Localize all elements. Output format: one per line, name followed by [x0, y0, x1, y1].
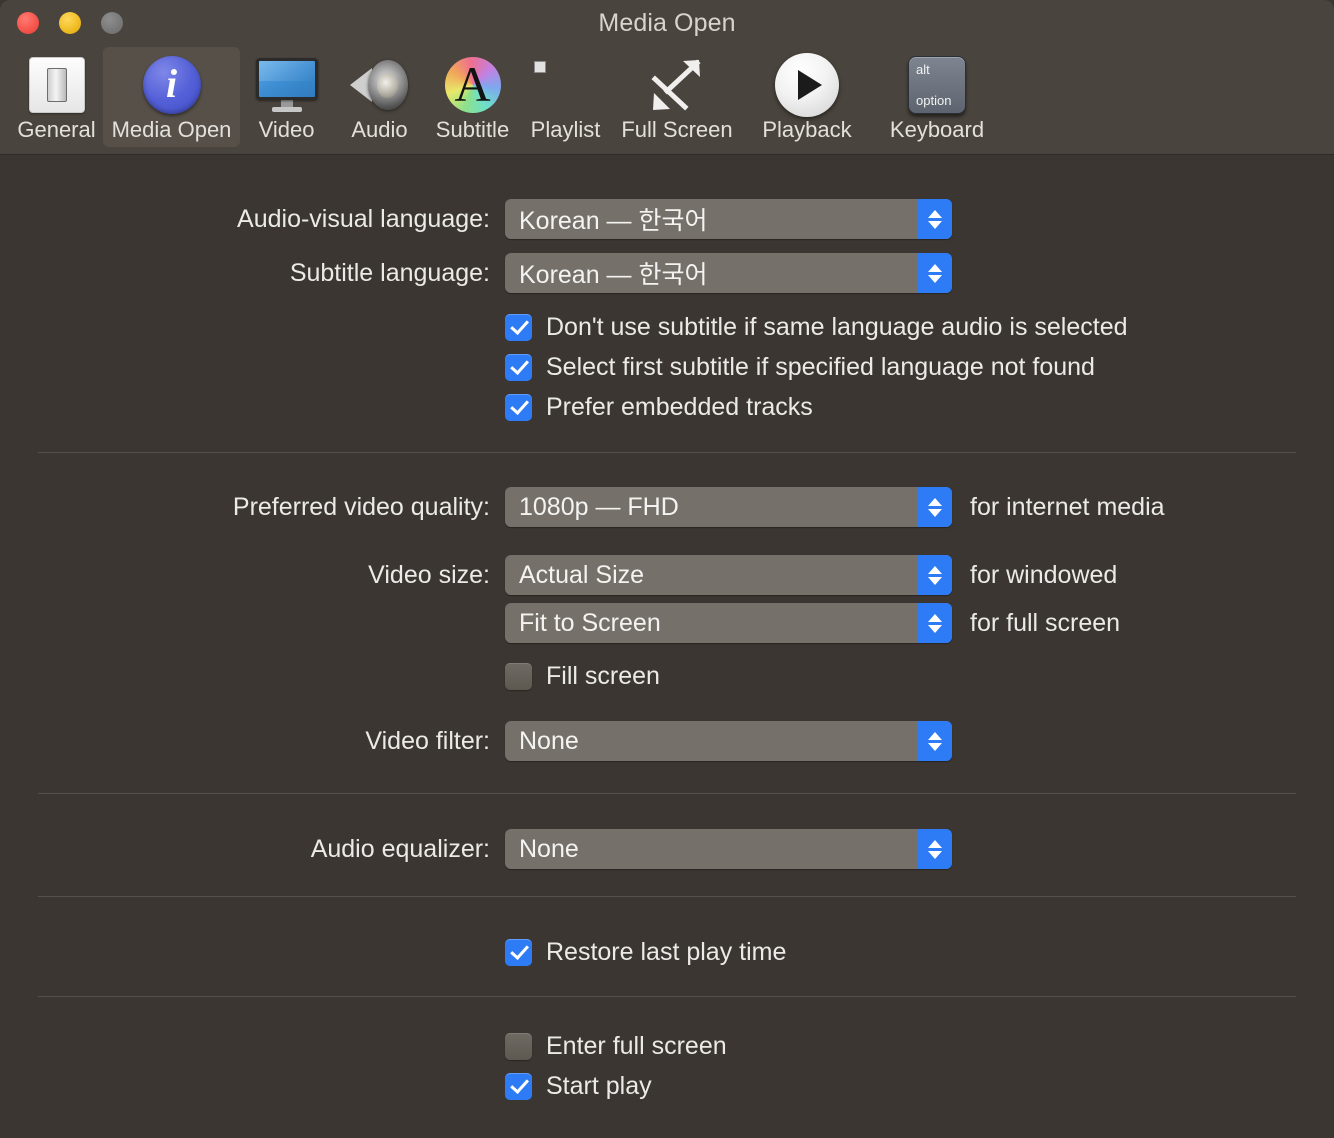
stepper-icon[interactable] [918, 555, 952, 595]
subtitle-language-select[interactable]: Korean — 한국어 [505, 253, 952, 293]
window-title: Media Open [598, 9, 736, 37]
tab-media-open[interactable]: i Media Open [103, 47, 240, 147]
video-filter-value: None [519, 726, 579, 755]
video-size-windowed-row: Video size: Actual Size for windowed [0, 555, 1334, 595]
checkbox-dont-use-subtitle-same-language[interactable]: Don't use subtitle if same language audi… [505, 313, 1128, 342]
checkbox-enter-full-screen[interactable]: Enter full screen [505, 1032, 727, 1061]
title-bar: Media Open [0, 0, 1334, 47]
video-size-windowed-value: Actual Size [519, 560, 645, 589]
checkbox-restore-last-play-time[interactable]: Restore last play time [505, 938, 786, 967]
stepper-icon[interactable] [918, 829, 952, 869]
tab-video[interactable]: Video [240, 47, 333, 147]
tab-keyboard[interactable]: alt option Keyboard [872, 47, 1002, 147]
subtitle-language-label: Subtitle language: [289, 258, 490, 287]
video-size-fullscreen-row: Fit to Screen for full screen [0, 603, 1334, 643]
preferences-window: Media Open General i Media Open Video Au… [0, 0, 1334, 1138]
divider [38, 793, 1296, 794]
tab-video-label: Video [258, 117, 315, 142]
tab-full-screen-label: Full Screen [621, 117, 733, 142]
checkbox-label: Restore last play time [546, 938, 787, 966]
tab-subtitle[interactable]: A Subtitle [426, 47, 519, 147]
checkbox-indicator[interactable] [505, 1033, 532, 1060]
option-key-alt-label: alt [916, 62, 930, 77]
checkbox-indicator[interactable] [505, 314, 532, 341]
tab-audio-label: Audio [351, 117, 408, 142]
video-filter-row: Video filter: None [0, 721, 1334, 761]
tab-audio[interactable]: Audio [333, 47, 426, 147]
tab-full-screen[interactable]: Full Screen [612, 47, 742, 147]
divider [38, 996, 1296, 997]
checkbox-label: Enter full screen [546, 1032, 727, 1060]
tab-general-label: General [17, 117, 96, 142]
audio-equalizer-label: Audio equalizer: [310, 834, 490, 863]
monitor-icon [240, 53, 333, 117]
option-key-icon: alt option [872, 53, 1002, 117]
stepper-icon[interactable] [918, 721, 952, 761]
switch-icon [10, 53, 103, 117]
subtitle-language-value: Korean — 한국어 [519, 261, 708, 289]
tab-playback[interactable]: Playback [742, 47, 872, 147]
expand-arrows-icon [612, 53, 742, 117]
play-circle-icon [742, 53, 872, 117]
video-size-fullscreen-value: Fit to Screen [519, 608, 661, 637]
checkbox-indicator[interactable] [505, 1073, 532, 1100]
video-filter-select[interactable]: None [505, 721, 952, 761]
preferred-video-quality-value: 1080p — FHD [519, 492, 679, 521]
preferred-video-quality-select[interactable]: 1080p — FHD [505, 487, 952, 527]
tab-general[interactable]: General [10, 47, 103, 147]
checkbox-label: Fill screen [546, 662, 660, 690]
checkbox-label: Don't use subtitle if same language audi… [546, 313, 1128, 341]
option-key-option-label: option [916, 93, 952, 108]
audio-visual-language-row: Audio-visual language: Korean — 한국어 [0, 199, 1334, 239]
subtitle-language-row: Subtitle language: Korean — 한국어 [0, 253, 1334, 293]
video-size-windowed-select[interactable]: Actual Size [505, 555, 952, 595]
checkbox-fill-screen[interactable]: Fill screen [505, 662, 660, 691]
checkbox-label: Prefer embedded tracks [546, 393, 813, 421]
preferred-video-quality-row: Preferred video quality: 1080p — FHD for… [0, 487, 1334, 527]
video-size-label: Video size: [368, 560, 490, 589]
audio-visual-language-label: Audio-visual language: [237, 204, 490, 233]
list-icon [519, 53, 612, 117]
checkbox-start-play[interactable]: Start play [505, 1072, 652, 1101]
checkbox-indicator[interactable] [505, 939, 532, 966]
font-color-icon: A [426, 53, 519, 117]
tab-keyboard-label: Keyboard [889, 117, 985, 142]
divider [38, 452, 1296, 453]
info-icon: i [103, 53, 240, 117]
checkbox-indicator[interactable] [505, 354, 532, 381]
checkbox-select-first-subtitle[interactable]: Select first subtitle if specified langu… [505, 353, 1095, 382]
tab-subtitle-label: Subtitle [435, 117, 510, 142]
video-filter-label: Video filter: [365, 726, 490, 755]
stepper-icon[interactable] [918, 487, 952, 527]
checkbox-prefer-embedded-tracks[interactable]: Prefer embedded tracks [505, 393, 813, 422]
tab-playlist[interactable]: Playlist [519, 47, 612, 147]
checkbox-indicator[interactable] [505, 394, 532, 421]
audio-equalizer-row: Audio equalizer: None [0, 829, 1334, 869]
preferred-video-quality-label: Preferred video quality: [232, 492, 490, 521]
checkbox-label: Start play [546, 1072, 652, 1100]
checkbox-indicator[interactable] [505, 663, 532, 690]
audio-equalizer-value: None [519, 834, 579, 863]
stepper-icon[interactable] [918, 199, 952, 239]
preferences-toolbar: General i Media Open Video Audio A Subti… [0, 47, 1334, 155]
audio-equalizer-select[interactable]: None [505, 829, 952, 869]
preferred-video-quality-suffix: for internet media [970, 492, 1165, 521]
divider [38, 896, 1296, 897]
audio-visual-language-select[interactable]: Korean — 한국어 [505, 199, 952, 239]
stepper-icon[interactable] [918, 603, 952, 643]
tab-playlist-label: Playlist [530, 117, 601, 142]
video-size-fullscreen-select[interactable]: Fit to Screen [505, 603, 952, 643]
audio-visual-language-value: Korean — 한국어 [519, 207, 708, 235]
video-size-windowed-suffix: for windowed [970, 560, 1118, 589]
video-size-fullscreen-suffix: for full screen [970, 608, 1121, 637]
tab-playback-label: Playback [762, 117, 852, 142]
speaker-icon [333, 53, 426, 117]
stepper-icon[interactable] [918, 253, 952, 293]
checkbox-label: Select first subtitle if specified langu… [546, 353, 1095, 381]
tab-media-open-label: Media Open [111, 117, 232, 142]
settings-pane: Audio-visual language: Korean — 한국어 Subt… [0, 155, 1334, 1138]
